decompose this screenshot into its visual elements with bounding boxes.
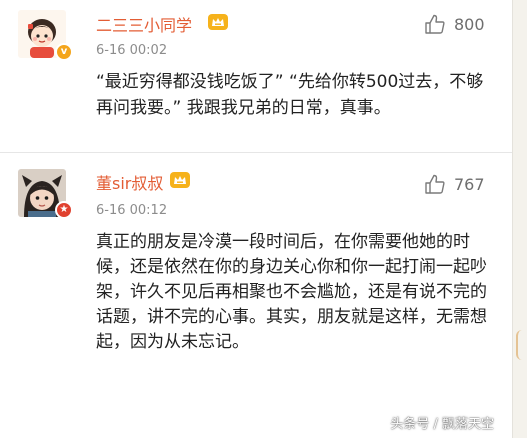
vip-star-badge-icon: ★ [55, 201, 73, 219]
like-button[interactable]: 767 [424, 173, 485, 195]
thumbs-up-icon [425, 174, 445, 194]
thumbs-up-icon [425, 14, 445, 34]
vip-crown-icon [170, 172, 190, 188]
username[interactable]: 董sir叔叔 [96, 170, 163, 194]
like-count: 800 [454, 14, 485, 34]
comment-text: “最近穷得都没钱吃饭了” “先给你转500过去，不够再问我要。” 我跟我兄弟的日… [96, 72, 484, 118]
verified-badge-icon: v [55, 43, 73, 61]
comment-list: v 二三三小同学 6-16 00:02 800 “最近穷得都没钱吃饭了” “先给… [0, 0, 512, 438]
vip-crown-icon [208, 14, 228, 30]
watermark: 头条号 / 飘落天空 [390, 417, 494, 432]
username[interactable]: 二三三小同学 [96, 12, 192, 36]
timestamp: 6-16 00:12 [96, 203, 168, 218]
like-button[interactable]: 800 [424, 13, 485, 35]
comment-text: 真正的朋友是冷漠一段时间后，在你需要他她的时候，还是依然在你的身边关心你和你一起… [96, 232, 487, 352]
timestamp: 6-16 00:02 [96, 43, 168, 58]
decorative-edge [516, 330, 527, 360]
like-count: 767 [454, 174, 485, 194]
background-strip [512, 0, 527, 438]
comment-item: ★ 董sir叔叔 6-16 00:12 767 真正的朋友是冷漠一段时间后，在你… [0, 153, 512, 438]
comment-item: v 二三三小同学 6-16 00:02 800 “最近穷得都没钱吃饭了” “先给… [0, 0, 512, 152]
